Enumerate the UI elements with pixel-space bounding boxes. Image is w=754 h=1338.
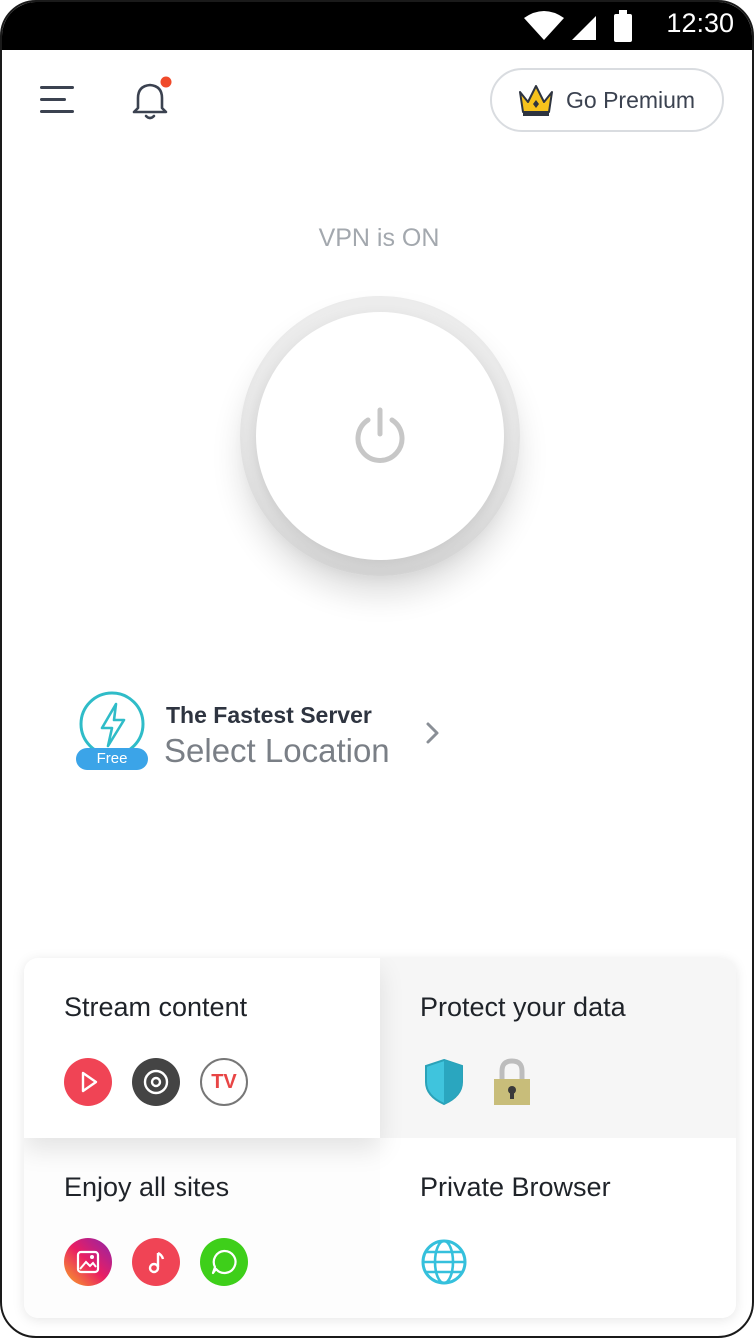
power-button[interactable] xyxy=(240,296,520,576)
select-location-label: Select Location xyxy=(164,732,390,769)
globe-icon xyxy=(420,1238,468,1286)
free-badge: Free xyxy=(76,748,148,770)
play-icon xyxy=(64,1058,112,1106)
power-icon xyxy=(355,407,405,463)
music-icon xyxy=(132,1238,180,1286)
vpn-status-text: VPN is ON xyxy=(318,224,440,252)
protect-data-card[interactable]: Protect your data xyxy=(380,958,736,1138)
lock-icon xyxy=(488,1058,536,1106)
stream-content-card[interactable]: Stream content TV xyxy=(24,958,380,1138)
server-location-selector[interactable]: Free The Fastest Server Select Location xyxy=(72,688,452,778)
protect-data-title: Protect your data xyxy=(420,992,626,1022)
crown-icon xyxy=(519,85,553,116)
phone-frame: 12:30 Go Premium VPN is ON Free The Fast… xyxy=(0,0,754,1338)
wifi-icon xyxy=(524,11,564,40)
menu-icon xyxy=(40,86,74,89)
enjoy-all-sites-card[interactable]: Enjoy all sites xyxy=(24,1138,380,1318)
stream-content-title: Stream content xyxy=(64,992,248,1022)
tv-icon: TV xyxy=(200,1058,248,1106)
private-browser-card[interactable]: Private Browser xyxy=(380,1138,736,1318)
status-bar: 12:30 xyxy=(2,2,752,50)
server-title: The Fastest Server xyxy=(166,702,372,728)
battery-icon xyxy=(614,14,632,42)
menu-button[interactable] xyxy=(36,80,80,120)
feature-cards: Stream content TV Protect your data Enjo… xyxy=(24,958,736,1318)
enjoy-all-sites-title: Enjoy all sites xyxy=(64,1172,230,1202)
bell-icon xyxy=(132,76,172,120)
chat-icon xyxy=(200,1238,248,1286)
signal-icon xyxy=(572,16,596,40)
shield-icon xyxy=(420,1058,468,1106)
go-premium-button[interactable]: Go Premium xyxy=(490,68,724,132)
private-browser-title: Private Browser xyxy=(420,1172,611,1202)
disc-icon xyxy=(132,1058,180,1106)
chevron-right-icon xyxy=(426,722,439,744)
notifications-button[interactable] xyxy=(126,76,174,124)
go-premium-label: Go Premium xyxy=(566,86,696,113)
image-icon xyxy=(64,1238,112,1286)
power-button-face xyxy=(256,312,504,560)
status-time: 12:30 xyxy=(666,8,734,38)
status-icons xyxy=(524,10,632,42)
notification-dot xyxy=(160,76,172,88)
tv-label: TV xyxy=(211,1070,237,1093)
